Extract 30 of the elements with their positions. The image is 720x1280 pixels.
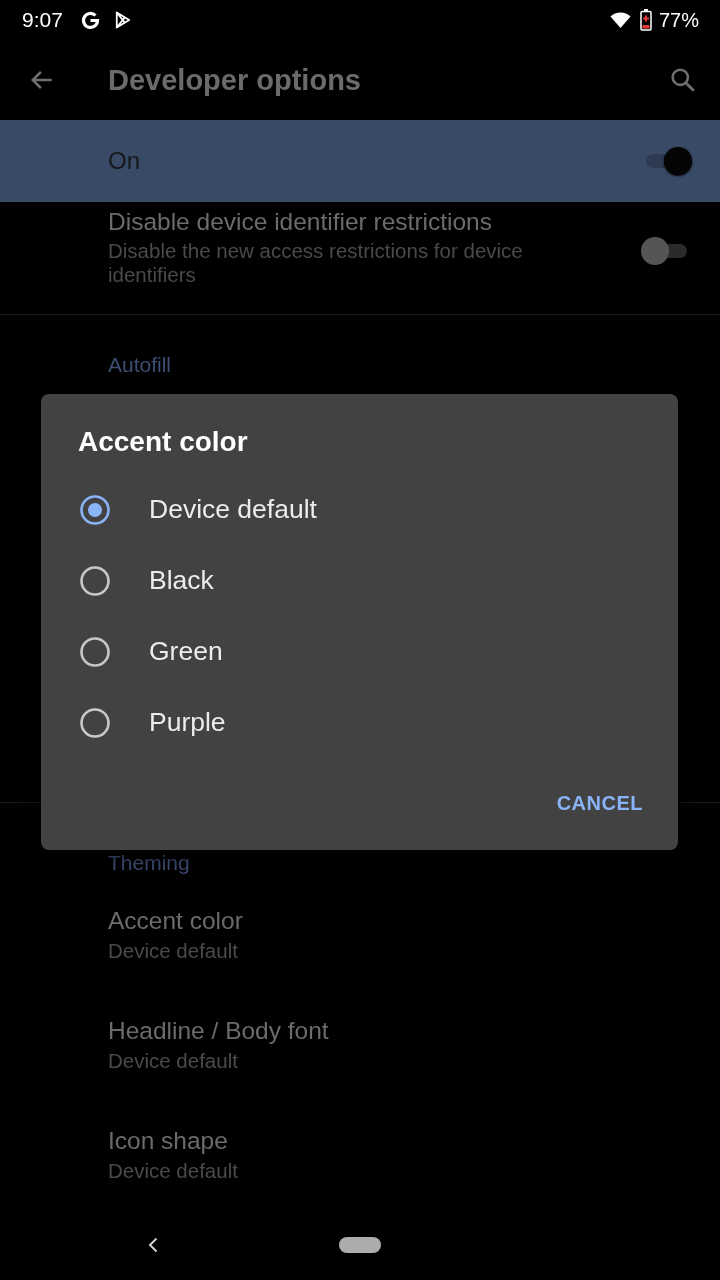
setting-title: Icon shape [108, 1126, 229, 1155]
status-time: 9:07 [22, 8, 63, 32]
setting-summary: Device default [108, 1049, 239, 1073]
radio-option[interactable]: Black [41, 545, 678, 616]
setting-title: Headline / Body font [108, 1016, 330, 1045]
setting-title: Disable device identifier restrictions [108, 207, 493, 236]
radio-empty-icon[interactable] [80, 707, 110, 738]
setting-summary: Device default [108, 939, 239, 963]
radio-option[interactable]: Device default [41, 474, 678, 545]
radio-empty-icon[interactable] [80, 565, 110, 596]
home-pill-icon[interactable] [339, 1237, 381, 1253]
battery-percent: 77% [658, 8, 699, 32]
radio-option[interactable]: Purple [41, 687, 678, 758]
switch-label: On [108, 147, 141, 175]
radio-empty-icon[interactable] [80, 636, 110, 667]
setting-title: Accent color [108, 906, 244, 935]
setting-summary: Disable the new access restrictions for device identifiers [108, 239, 524, 287]
cancel-button[interactable]: CANCEL [544, 779, 655, 827]
play-triangle-icon [114, 11, 131, 29]
setting-summary: Device default [108, 1159, 239, 1183]
dialog-title: Accent color [77, 425, 249, 459]
category-header: Autofill [107, 352, 173, 377]
radio-option[interactable]: Green [41, 616, 678, 687]
g-logo-icon [79, 9, 101, 31]
wifi-icon [609, 12, 631, 28]
search-icon[interactable] [670, 67, 696, 93]
battery-icon [639, 9, 652, 31]
back-chevron-icon[interactable] [148, 1237, 158, 1253]
radio-selected-icon[interactable] [80, 494, 110, 525]
screen-title: Developer options [108, 63, 362, 97]
